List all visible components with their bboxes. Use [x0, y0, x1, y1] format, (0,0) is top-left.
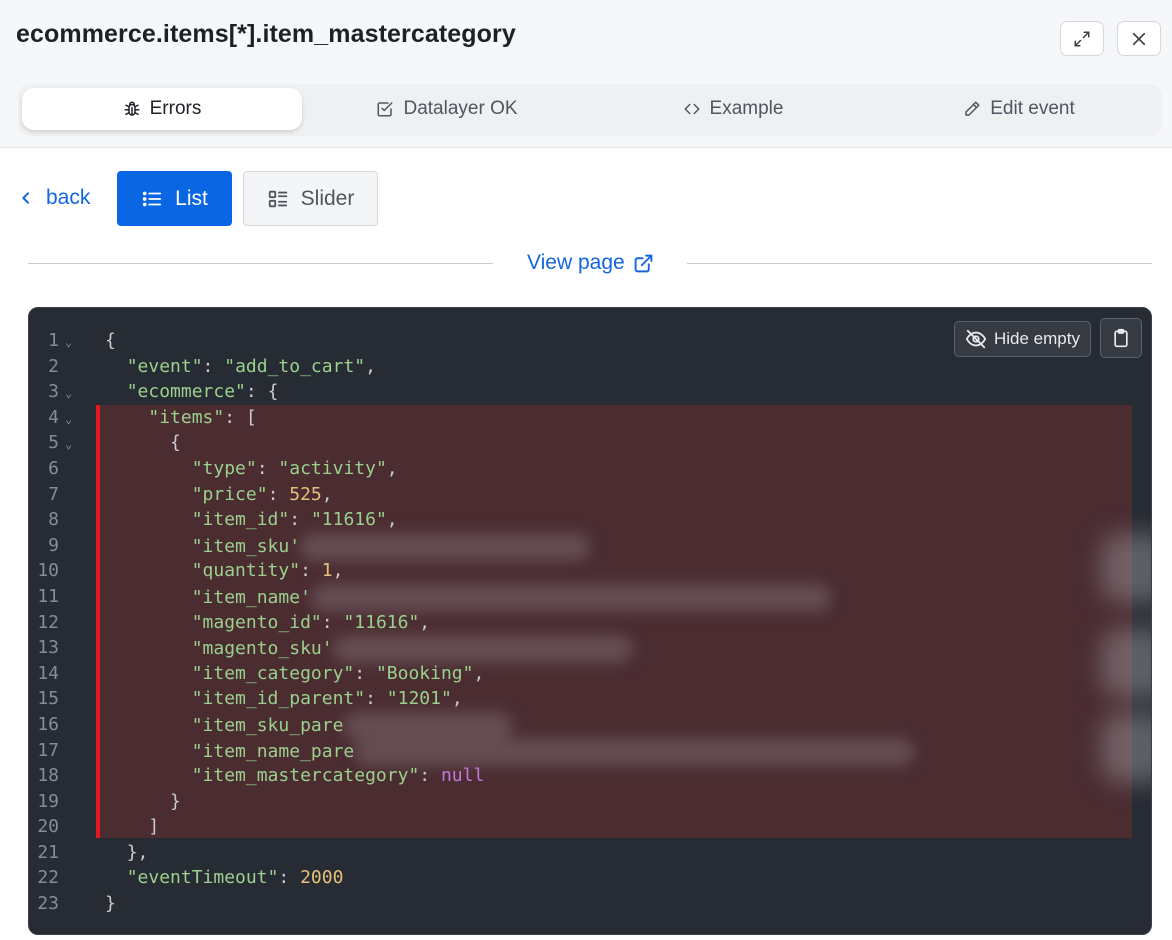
code-line: 13 "magento_sku' [29, 635, 1151, 664]
redacted-value [310, 583, 831, 612]
page-title: ecommerce.items[*].item_mastercategory [16, 20, 516, 48]
hide-empty-label: Hide empty [994, 329, 1080, 348]
code-line: 22 "eventTimeout": 2000 [37, 867, 344, 889]
code-line: 10 "quantity": 1, [37, 560, 344, 582]
back-label: back [46, 186, 91, 209]
fold-chevron-icon: ⌄ [65, 437, 73, 452]
fold-chevron-icon: ⌄ [65, 386, 73, 401]
list-view-button[interactable]: List [117, 171, 232, 226]
close-icon [1132, 32, 1146, 45]
redacted-value [354, 737, 915, 766]
code-line: 14 "item_category": "Booking", [37, 662, 485, 684]
code-line: 12 "magento_id": "11616", [37, 611, 431, 633]
code-line: 16 "item_sku_pare [29, 711, 1151, 740]
divider-left [28, 263, 493, 264]
code-line: 9 "item_sku' [29, 532, 1151, 561]
modal-header: ecommerce.items[*].item_mastercategory E… [0, 0, 1172, 148]
list-label: List [175, 186, 208, 210]
view-page-link[interactable]: View page [527, 251, 654, 275]
code-line: 20 ] [37, 816, 160, 838]
slider-label: Slider [300, 186, 355, 210]
code-line: 19 } [37, 790, 181, 812]
clipboard-icon [1114, 328, 1128, 348]
bug-icon [124, 101, 140, 116]
hide-empty-button[interactable]: Hide empty [954, 321, 1091, 357]
list-icon [142, 191, 162, 206]
code-line: 6 "type": "activity", [48, 457, 398, 479]
code-icon [684, 103, 700, 115]
code-line: 2 "event": "add_to_cart", [48, 355, 376, 377]
tab-bar: Errors Datalayer OK Example Edit event [18, 84, 1162, 136]
code-lines: 1 ⌄{ 2 "event": "add_to_cart", 3 ⌄ "ecomme… [29, 328, 1151, 917]
tab-label: Datalayer OK [403, 98, 518, 119]
code-line: 17 "item_name_pare [29, 737, 1151, 766]
eye-off-icon [965, 329, 987, 349]
fold-chevron-icon: ⌄ [65, 411, 73, 426]
json-code-viewer[interactable]: 1 ⌄{ 2 "event": "add_to_cart", 3 ⌄ "ecomme… [28, 307, 1152, 935]
code-line: 18 "item_mastercategory": null [37, 765, 485, 787]
tab-label: Example [709, 98, 784, 119]
code-line: 5 ⌄ { [29, 430, 1151, 456]
tab-label: Edit event [990, 98, 1075, 119]
chevron-left-icon [22, 192, 29, 204]
slider-view-button[interactable]: Slider [243, 171, 378, 226]
expand-icon [1074, 31, 1090, 46]
tab-example[interactable]: Example [590, 88, 876, 130]
pencil-icon [965, 101, 980, 116]
code-line: 11 "item_name' [29, 583, 1151, 612]
back-link[interactable]: back [18, 186, 90, 210]
divider-right [687, 263, 1152, 264]
code-line: 21 }, [37, 841, 149, 863]
copy-button[interactable] [1100, 318, 1142, 358]
slider-layout-icon [268, 190, 287, 207]
tab-label: Errors [149, 98, 202, 119]
tab-errors[interactable]: Errors [22, 88, 302, 130]
external-link-icon [634, 254, 653, 272]
code-line: 23} [37, 893, 116, 915]
code-line: 7 "price": 525, [48, 483, 333, 505]
code-line: 8 "item_id": "11616", [48, 509, 398, 531]
tab-edit-event[interactable]: Edit event [880, 88, 1158, 130]
close-button[interactable] [1117, 21, 1161, 56]
code-line: 15 "item_id_parent": "1201", [37, 688, 463, 710]
check-square-icon [377, 102, 393, 117]
expand-button[interactable] [1060, 21, 1104, 56]
code-line: 3 ⌄ "ecommerce": { [29, 379, 1151, 405]
tab-datalayer-ok[interactable]: Datalayer OK [308, 88, 586, 130]
redacted-value [343, 711, 514, 740]
redacted-value [300, 532, 591, 561]
code-line: 4 ⌄ "items": [ [29, 405, 1151, 431]
view-page-label: View page [527, 251, 625, 274]
redacted-value [332, 635, 633, 664]
fold-chevron-icon: ⌄ [65, 335, 73, 349]
